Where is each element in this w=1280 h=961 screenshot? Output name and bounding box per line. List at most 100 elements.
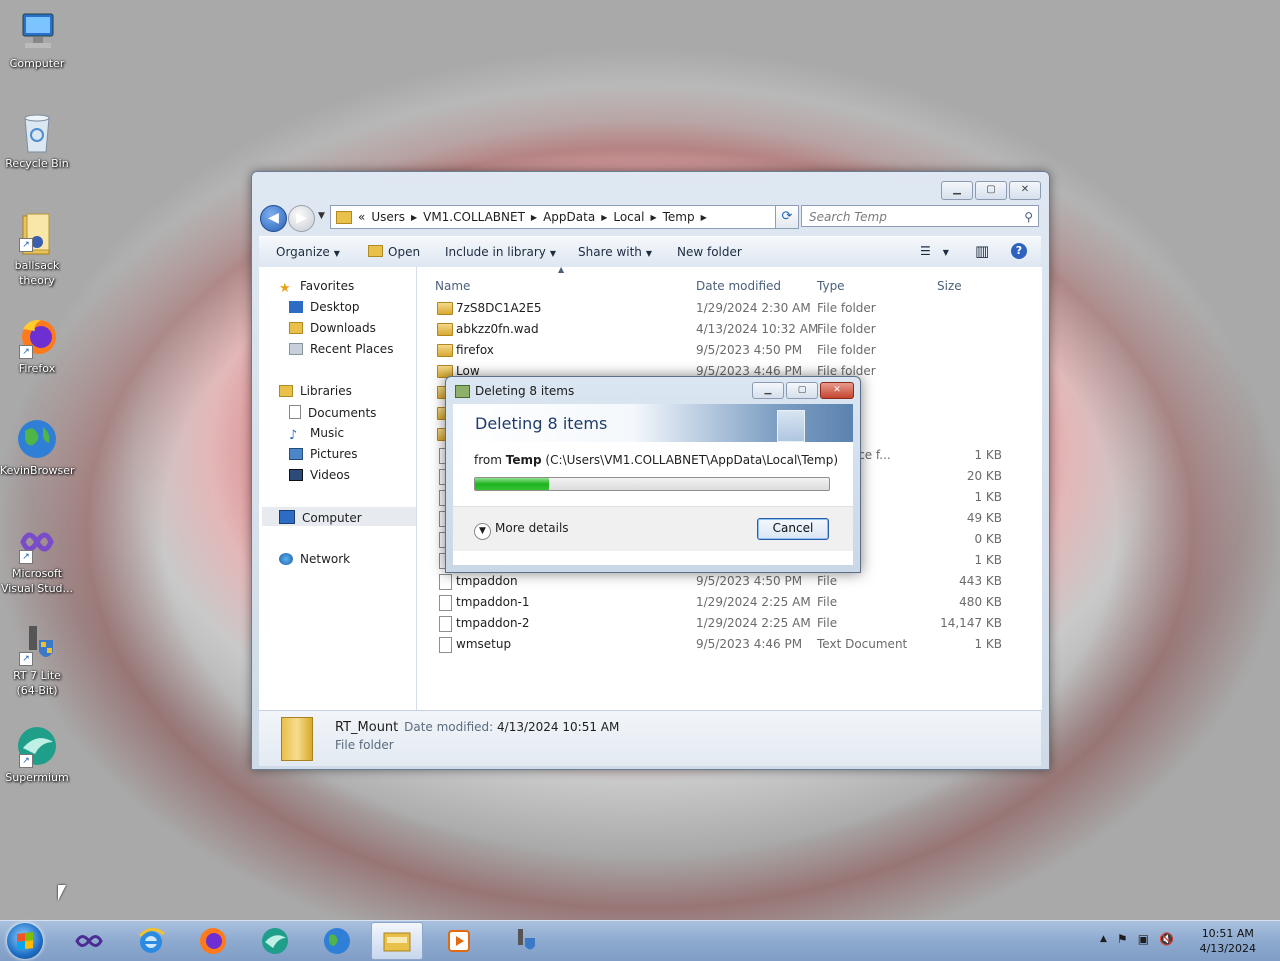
nav-label: Pictures bbox=[310, 447, 358, 461]
table-row[interactable]: abkzz0fn.wad 4/13/2024 10:32 AM File folde… bbox=[417, 319, 1042, 340]
recent-places-icon bbox=[289, 343, 303, 355]
breadcrumb-user[interactable]: VM1.COLLABNET bbox=[423, 210, 525, 224]
breadcrumb-separator-icon[interactable]: ▶ bbox=[650, 213, 656, 222]
row-date: 1/29/2024 2:25 AM bbox=[696, 616, 811, 630]
nav-downloads[interactable]: Downloads bbox=[289, 321, 376, 335]
table-row[interactable]: 7zS8DC1A2E5 1/29/2024 2:30 AM File folder bbox=[417, 298, 1042, 319]
taskbar-rt7lite[interactable] bbox=[507, 925, 543, 957]
nav-network[interactable]: Network bbox=[279, 552, 350, 566]
include-in-library-menu[interactable]: Include in library ▼ bbox=[445, 245, 556, 259]
breadcrumb-users[interactable]: Users bbox=[371, 210, 405, 224]
nav-videos[interactable]: Videos bbox=[289, 468, 350, 482]
more-details-toggle[interactable]: ▼ More details bbox=[474, 521, 569, 540]
breadcrumb-local[interactable]: Local bbox=[613, 210, 644, 224]
chevron-down-icon: ▼ bbox=[549, 249, 557, 258]
column-header-type[interactable]: Type bbox=[817, 279, 845, 293]
nav-favorites[interactable]: ★ Favorites bbox=[279, 279, 354, 296]
desktop-icon-supermium[interactable]: ↗ Supermium bbox=[0, 724, 74, 785]
table-row[interactable]: tmpaddon-1 1/29/2024 2:25 AM File 480 KB bbox=[417, 592, 1042, 613]
close-button[interactable]: ✕ bbox=[1009, 181, 1041, 200]
table-row[interactable]: firefox 9/5/2023 4:50 PM File folder bbox=[417, 340, 1042, 361]
taskbar-firefox[interactable] bbox=[195, 925, 231, 957]
row-size: 1 KB bbox=[974, 637, 1002, 651]
nav-label: Downloads bbox=[310, 321, 376, 335]
row-size: 443 KB bbox=[959, 574, 1002, 588]
refresh-button[interactable]: ⟳ bbox=[775, 205, 799, 229]
minimize-button[interactable]: ▁ bbox=[941, 181, 973, 200]
network-status-icon[interactable]: ▣ bbox=[1138, 932, 1149, 946]
dialog-minimize-button[interactable]: ▁ bbox=[752, 382, 784, 399]
desktop-icon-firefox[interactable]: ↗ Firefox bbox=[0, 315, 74, 376]
table-row[interactable]: tmpaddon 9/5/2023 4:50 PM File 443 KB bbox=[417, 571, 1042, 592]
breadcrumb-appdata[interactable]: AppData bbox=[543, 210, 595, 224]
nav-desktop[interactable]: Desktop bbox=[289, 300, 360, 314]
new-folder-button[interactable]: New folder bbox=[677, 245, 742, 259]
details-name: RT_Mount bbox=[335, 720, 399, 735]
windows-logo-icon bbox=[17, 932, 33, 950]
nav-computer[interactable]: Computer bbox=[279, 510, 362, 525]
search-box[interactable]: Search Temp ⚲ bbox=[801, 205, 1039, 227]
help-button[interactable]: ? bbox=[1011, 243, 1027, 259]
share-with-menu[interactable]: Share with ▼ bbox=[578, 245, 652, 259]
dialog-maximize-button[interactable]: ▢ bbox=[786, 382, 818, 399]
row-date: 9/5/2023 4:50 PM bbox=[696, 574, 803, 588]
nav-label: Computer bbox=[302, 511, 362, 525]
nav-pictures[interactable]: Pictures bbox=[289, 447, 358, 461]
breadcrumb-temp[interactable]: Temp bbox=[663, 210, 695, 224]
desktop-icon-ballsack-theory[interactable]: ↗ ballsack theory bbox=[0, 212, 74, 288]
documents-icon bbox=[289, 405, 301, 419]
show-hidden-icons-icon[interactable]: ▲ bbox=[1100, 934, 1107, 946]
dialog-close-button[interactable]: ✕ bbox=[820, 382, 854, 399]
taskbar-media-player[interactable] bbox=[441, 925, 477, 957]
maximize-button[interactable]: ▢ bbox=[975, 181, 1007, 200]
column-header-size[interactable]: Size bbox=[937, 279, 962, 293]
recent-pages-dropdown[interactable]: ▼ bbox=[318, 211, 325, 221]
forward-button[interactable]: ▶ bbox=[288, 205, 315, 232]
nav-recent-places[interactable]: Recent Places bbox=[289, 342, 393, 356]
row-size: 14,147 KB bbox=[940, 616, 1002, 630]
view-options-button[interactable]: ☰ ▼ bbox=[920, 244, 949, 258]
search-input[interactable]: Search Temp bbox=[809, 210, 887, 224]
table-row[interactable]: wmsetup 9/5/2023 4:46 PM Text Document 1 KB bbox=[417, 634, 1042, 655]
cancel-button[interactable]: Cancel bbox=[757, 518, 829, 540]
start-button[interactable] bbox=[7, 923, 43, 959]
organize-menu[interactable]: Organize ▼ bbox=[276, 245, 340, 259]
details-date: 4/13/2024 10:51 AM bbox=[497, 720, 620, 734]
new-folder-label: New folder bbox=[677, 245, 742, 259]
nav-music[interactable]: ♪ Music bbox=[289, 426, 344, 443]
taskbar-internet-explorer[interactable] bbox=[133, 925, 169, 957]
mouse-cursor-icon bbox=[58, 885, 66, 901]
desktop-icon-recycle-bin[interactable]: Recycle Bin bbox=[0, 110, 74, 171]
desktop-icon-rt7lite[interactable]: ↗ RT 7 Lite (64-Bit) bbox=[0, 622, 74, 698]
breadcrumb-separator-icon[interactable]: ▶ bbox=[601, 213, 607, 222]
address-bar[interactable]: « Users ▶ VM1.COLLABNET ▶ AppData ▶ Local ▶ … bbox=[330, 205, 796, 229]
table-row[interactable]: tmpaddon-2 1/29/2024 2:25 AM File 14,147 KB bbox=[417, 613, 1042, 634]
breadcrumb-overflow[interactable]: « bbox=[358, 210, 365, 224]
volume-muted-icon[interactable]: 🔇 bbox=[1159, 932, 1174, 946]
desktop-icon-kevinbrowser[interactable]: KevinBrowser bbox=[0, 417, 75, 478]
column-header-name[interactable]: Name bbox=[435, 279, 470, 293]
breadcrumb-separator-icon[interactable]: ▶ bbox=[411, 213, 417, 222]
nav-documents[interactable]: Documents bbox=[289, 405, 376, 420]
taskbar-visual-studio[interactable] bbox=[71, 925, 107, 957]
chevron-down-icon: ▼ bbox=[645, 249, 653, 258]
preview-pane-button[interactable]: ▥ bbox=[975, 242, 989, 260]
breadcrumb-separator-icon[interactable]: ▶ bbox=[701, 213, 707, 222]
search-icon[interactable]: ⚲ bbox=[1024, 206, 1033, 228]
action-center-flag-icon[interactable]: ⚑ bbox=[1117, 932, 1128, 946]
delete-progress-dialog[interactable]: Deleting 8 items ▁ ▢ ✕ Deleting 8 items … bbox=[445, 376, 861, 573]
open-button[interactable]: Open bbox=[368, 245, 420, 259]
desktop-icon-computer[interactable]: Computer bbox=[0, 10, 74, 71]
nav-libraries[interactable]: Libraries bbox=[279, 384, 352, 398]
nav-label: Network bbox=[300, 552, 351, 566]
column-header-date[interactable]: Date modified bbox=[696, 279, 781, 293]
system-clock[interactable]: 10:51 AM 4/13/2024 bbox=[1200, 926, 1256, 956]
computer-icon bbox=[15, 10, 59, 54]
taskbar-kevinbrowser[interactable] bbox=[319, 925, 355, 957]
taskbar-windows-explorer[interactable] bbox=[371, 922, 423, 960]
supermium-icon: ↗ bbox=[15, 724, 59, 768]
desktop-icon-visual-studio[interactable]: ↗ Microsoft Visual Stud... bbox=[0, 520, 74, 596]
taskbar-supermium[interactable] bbox=[257, 925, 293, 957]
breadcrumb-separator-icon[interactable]: ▶ bbox=[531, 213, 537, 222]
back-button[interactable]: ◀ bbox=[260, 205, 287, 232]
